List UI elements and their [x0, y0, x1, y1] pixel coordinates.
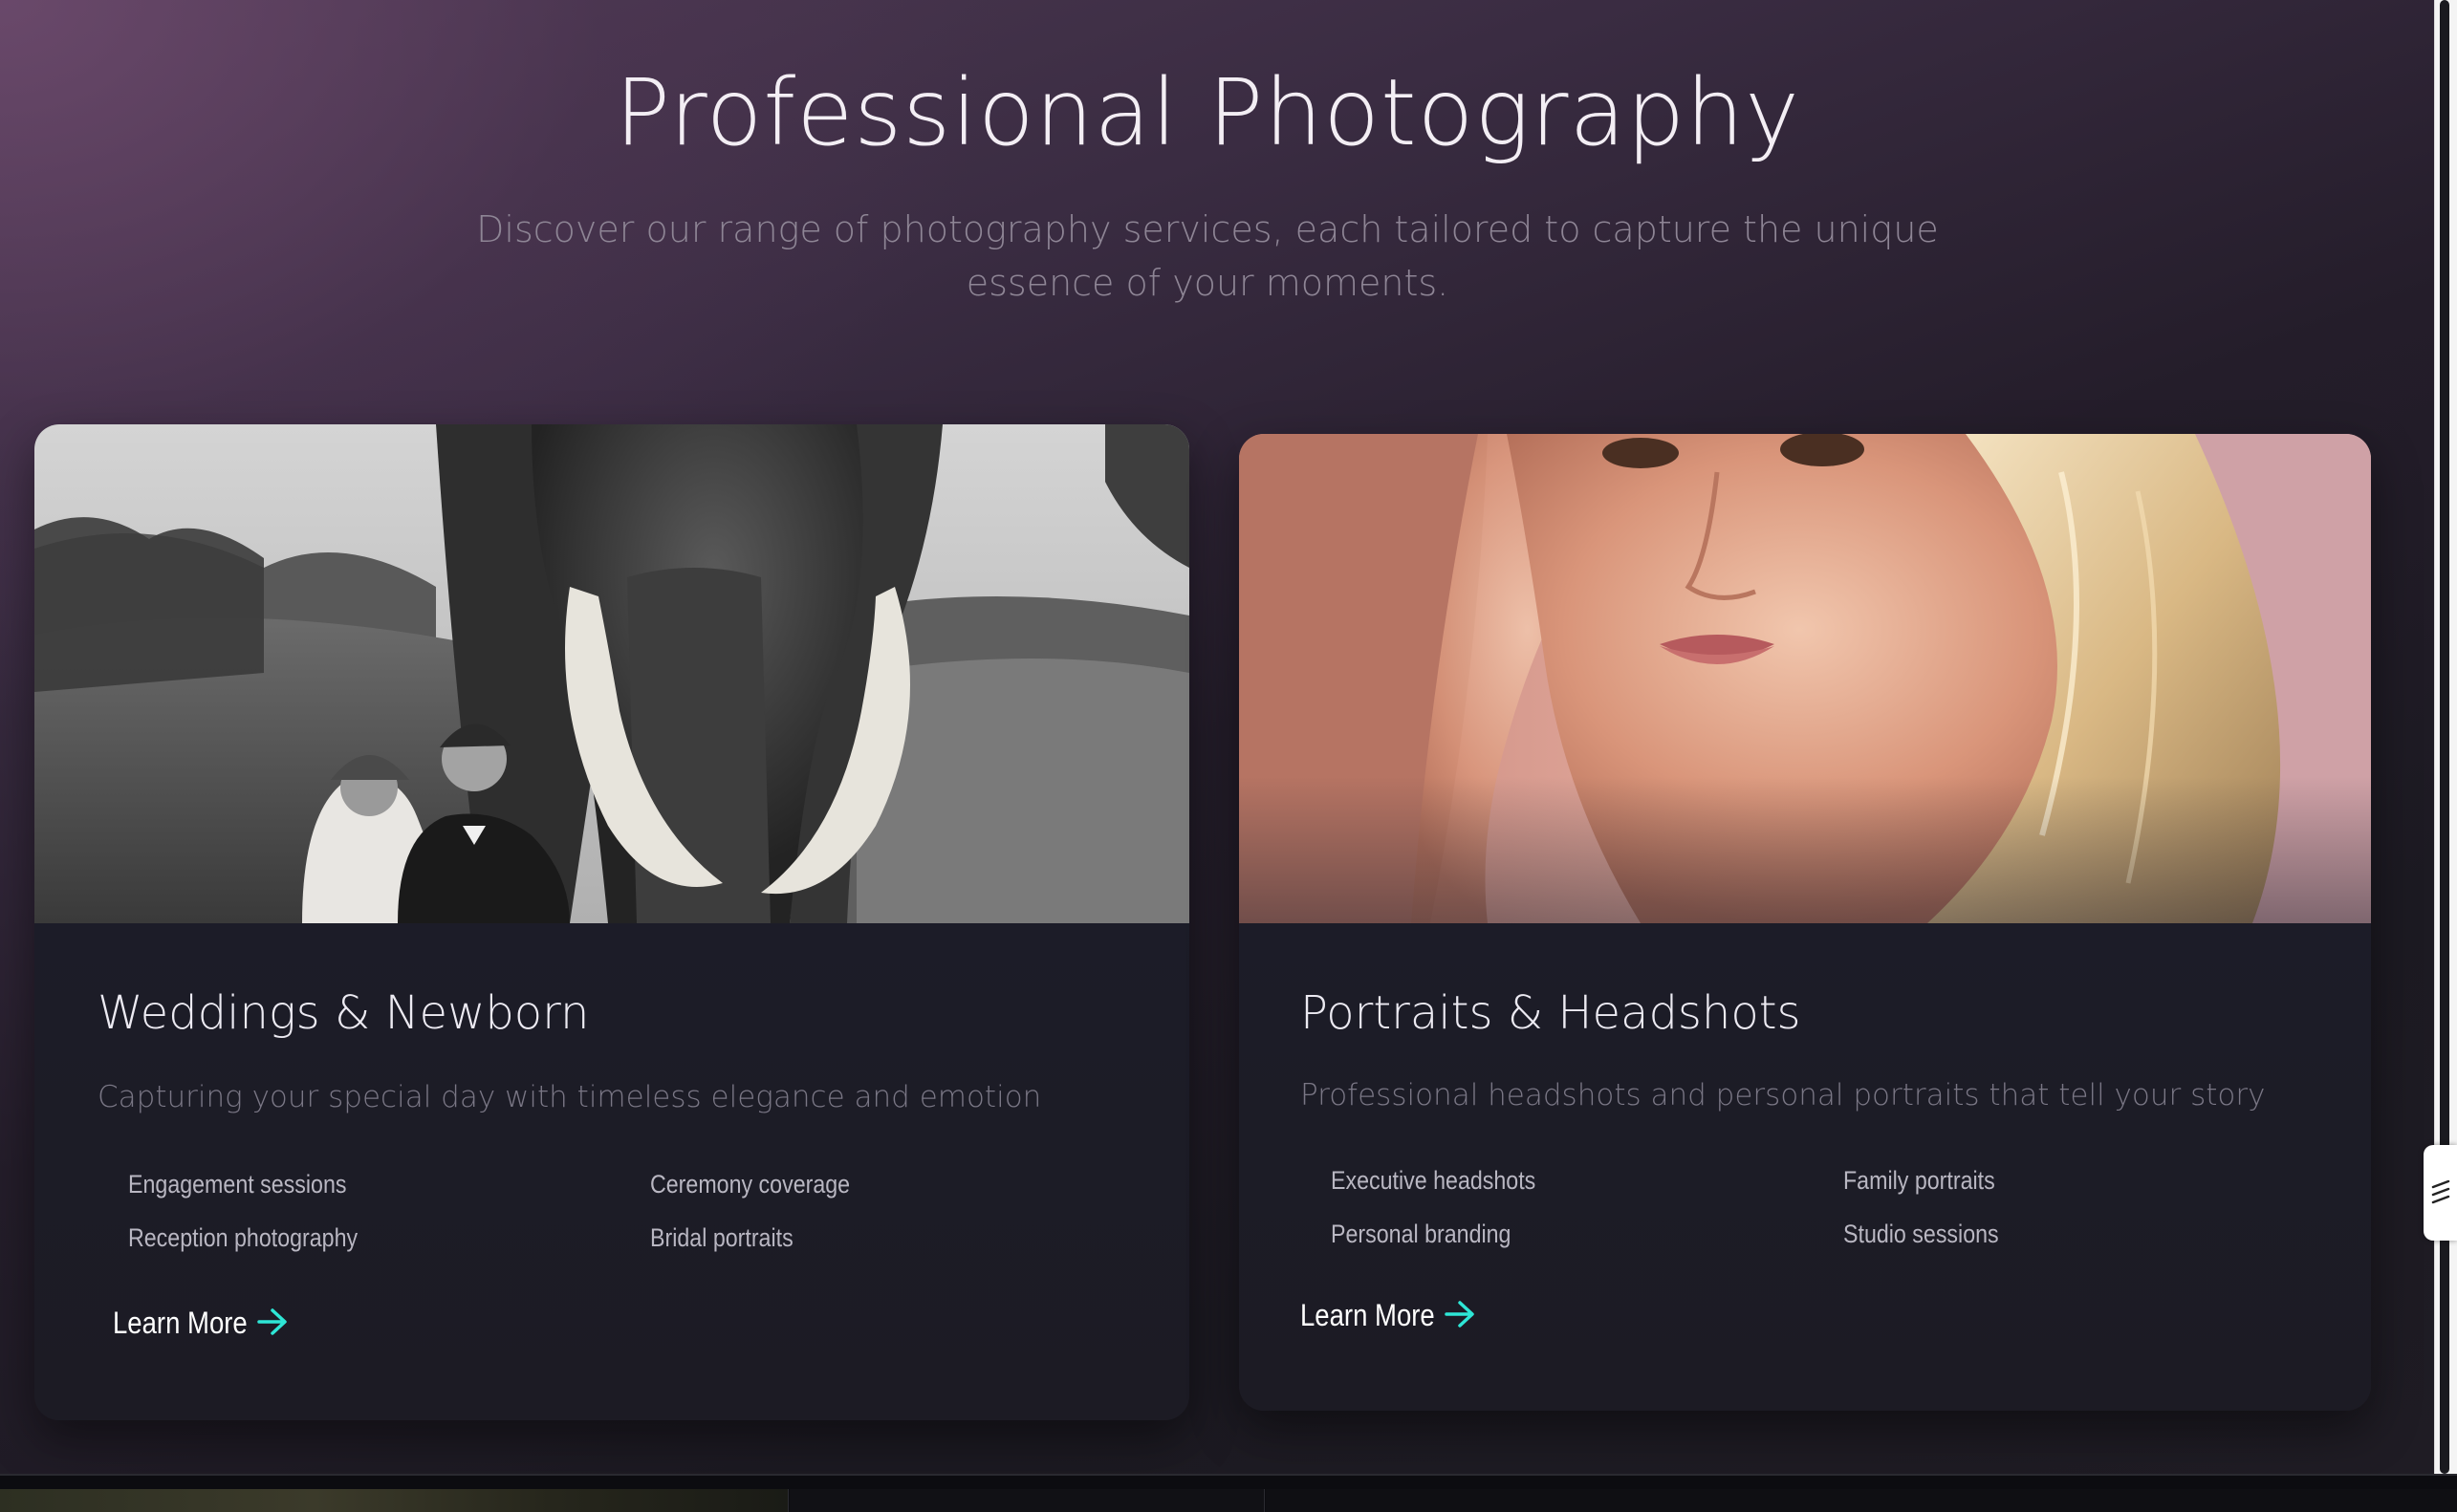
collapse-icon: [2431, 1179, 2450, 1204]
card-description: Professional headshots and personal port…: [1300, 1078, 2266, 1112]
arrow-right-icon: [1444, 1300, 1476, 1332]
feature-item: Engagement sessions: [128, 1170, 347, 1199]
card-title: Portraits & Headshots: [1300, 986, 1801, 1040]
feature-item: Bridal portraits: [650, 1223, 794, 1252]
section-title: Professional Photography: [615, 59, 1800, 166]
service-card-weddings: Weddings & Newborn Capturing your specia…: [34, 424, 1189, 1420]
learn-more-label: Learn More: [1300, 1298, 1435, 1332]
scrollbar-thumb[interactable]: [2440, 0, 2449, 1474]
card-image-portrait-woman: [1239, 434, 2371, 923]
arrow-right-icon: [256, 1307, 289, 1340]
preview-image: [0, 1489, 789, 1512]
card-description: Capturing your special day with timeless…: [98, 1080, 1042, 1114]
learn-more-link[interactable]: Learn More: [113, 1306, 289, 1341]
card-image-wedding-elephant: [34, 424, 1189, 923]
preview-panel: [790, 1489, 1265, 1512]
service-card-portraits: Portraits & Headshots Professional heads…: [1239, 434, 2371, 1411]
learn-more-label: Learn More: [113, 1306, 248, 1340]
card-title: Weddings & Newborn: [98, 986, 590, 1040]
learn-more-link[interactable]: Learn More: [1300, 1298, 1476, 1333]
feature-item: Studio sessions: [1843, 1220, 1999, 1248]
side-panel-tab[interactable]: [2424, 1145, 2457, 1241]
preview-panel: [1266, 1489, 2457, 1512]
feature-item: Ceremony coverage: [650, 1170, 851, 1199]
feature-item: Personal branding: [1331, 1220, 1511, 1248]
photography-services-section: Professional Photography Discover our ra…: [0, 0, 2434, 1474]
next-section-preview: [0, 1474, 2457, 1512]
feature-item: Reception photography: [128, 1223, 359, 1252]
feature-item: Executive headshots: [1331, 1166, 1536, 1195]
section-subtitle: Discover our range of photography servic…: [476, 208, 1939, 304]
feature-item: Family portraits: [1843, 1166, 1995, 1195]
